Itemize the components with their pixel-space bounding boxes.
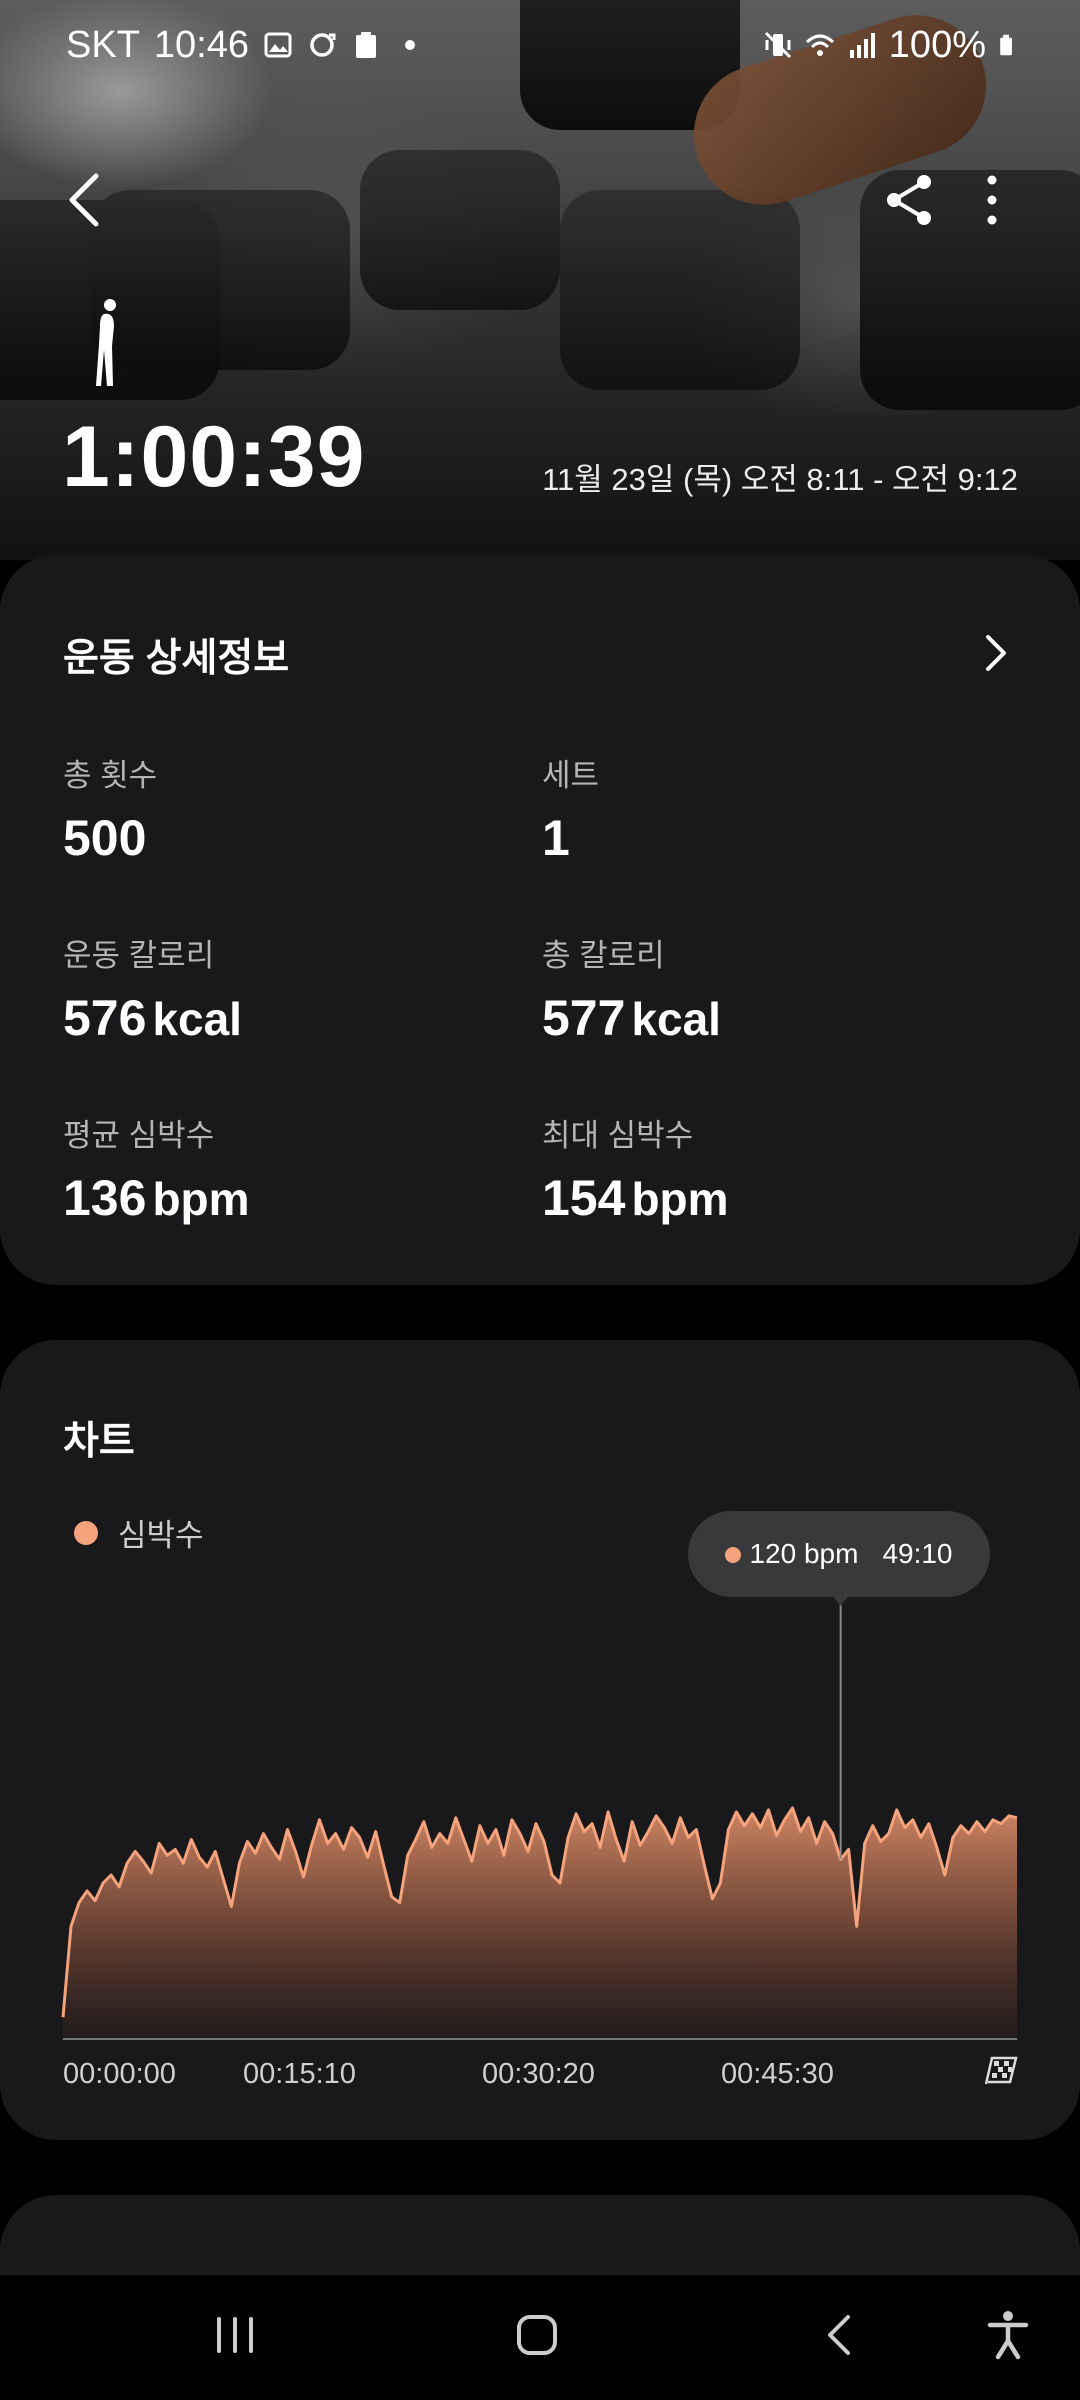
finish-flag-icon [984,2056,1018,2085]
status-bar: SKT 10:46 100% [0,0,1080,90]
x-tick-label: 00:15:10 [243,2058,356,2090]
wifi-icon [805,34,834,56]
stat-value: 500 [63,810,147,866]
more-options-icon[interactable] [972,170,1012,230]
stat-total-calories: 총 칼로리 577 kcal [542,930,721,1047]
chart-tooltip: 120 bpm 49:10 [688,1511,990,1597]
stat-value: 154 bpm [542,1170,729,1226]
home-icon[interactable] [507,2305,567,2365]
stat-label: 최대 심박수 [542,1118,694,1153]
workout-duration: 1:00:39 [62,409,366,505]
carrier-label: SKT [66,23,140,66]
dot-icon [405,40,415,50]
stat-sets: 세트 1 [542,750,599,867]
vibrate-icon [764,31,791,59]
stat-label: 세트 [542,758,600,793]
workout-date-range: 11월 23일 (목) 오전 8:11 - 오전 9:12 [542,462,1018,497]
stat-max-heart-rate: 최대 심박수 154 bpm [542,1110,729,1227]
details-title: 운동 상세정보 [63,637,290,680]
clipboard-icon [356,32,376,58]
stat-value: 577 kcal [542,990,721,1046]
x-tick-label: 00:45:30 [721,2058,834,2090]
stat-exercise-calories: 운동 칼로리 576 kcal [63,930,242,1047]
gallery-icon [264,32,292,58]
stat-value: 576 kcal [63,990,242,1046]
heart-rate-chart[interactable] [0,1340,1080,2140]
navigation-bar [0,2275,1080,2400]
sync-icon [310,33,336,57]
share-icon[interactable] [880,170,940,230]
stat-avg-heart-rate: 평균 심박수 136 bpm [63,1110,250,1227]
tooltip-time: 49:10 [882,1538,953,1569]
tooltip-pointer [832,1596,849,1606]
stat-label: 운동 칼로리 [63,938,215,973]
stat-label: 총 칼로리 [542,938,665,973]
signal-icon [849,33,875,58]
back-arrow-icon[interactable] [56,168,116,232]
stat-label: 평균 심박수 [63,1118,215,1153]
top-action-bar [0,160,1080,240]
chart-card: 차트 심박수 120 bpm 49:10 00:00:00 00:15:10 0… [0,1340,1080,2140]
accessibility-icon[interactable] [978,2305,1038,2365]
battery-percent: 100% [888,23,986,66]
chevron-right-icon[interactable] [980,631,1012,675]
x-tick-label: 00:30:20 [482,2058,595,2090]
x-tick-label: 00:00:00 [63,2058,176,2090]
standing-person-icon [96,299,116,386]
heart-rate-area [63,1807,1017,2037]
workout-details-card: 운동 상세정보 총 횟수 500 세트 1 운동 칼로리 576 kcal 총 칼… [0,555,1080,1285]
stat-label: 총 횟수 [63,758,158,793]
recent-apps-icon[interactable] [205,2305,265,2365]
tooltip-value: 120 bpm [749,1538,859,1569]
battery-icon [1000,34,1012,56]
stat-total-reps: 총 횟수 500 [63,750,157,867]
stat-value: 1 [542,810,570,866]
back-nav-icon[interactable] [810,2305,870,2365]
tooltip-dot-icon [725,1547,742,1563]
clock: 10:46 [153,23,249,66]
stat-value: 136 bpm [63,1170,250,1226]
